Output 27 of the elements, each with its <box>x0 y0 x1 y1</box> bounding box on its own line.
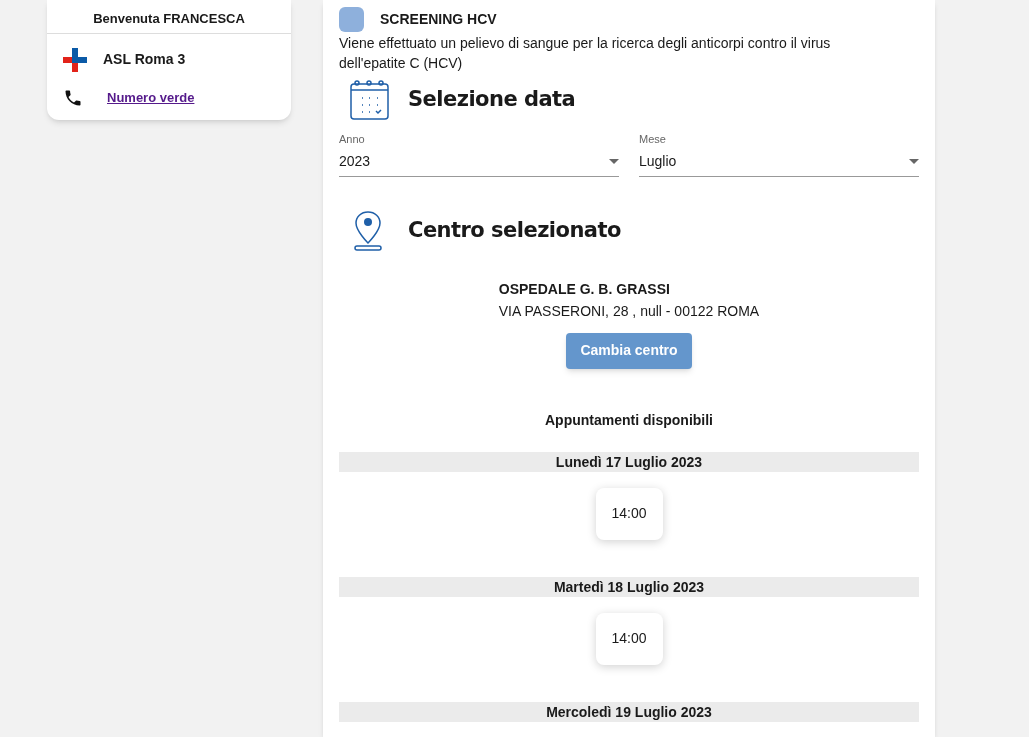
asl-label: ASL Roma 3 <box>103 50 186 69</box>
appointments-title: Appuntamenti disponibili <box>545 410 713 430</box>
phone-link[interactable]: Numero verde <box>107 87 195 108</box>
service-title: SCREENING HCV <box>380 10 497 29</box>
section-title: Selezione data <box>408 86 576 114</box>
select-field[interactable]: Mese Luglio <box>639 131 919 177</box>
field-label: Mese <box>639 132 667 147</box>
section-title: Centro selezionato <box>408 216 621 244</box>
service-square-icon <box>339 7 364 32</box>
center-name: OSPEDALE G. B. GRASSI <box>498 279 671 299</box>
medical-cross-icon <box>63 47 87 72</box>
field-value: 2023 <box>339 151 371 171</box>
select-field[interactable]: Anno 2023 <box>339 131 619 177</box>
day-header: Martedì 18 Luglio 2023 <box>339 576 919 597</box>
field-value: Luglio <box>639 151 677 171</box>
dropdown-caret-icon <box>609 158 619 164</box>
day-header: Mercoledì 19 Luglio 2023 <box>339 701 919 722</box>
location-pin-icon <box>354 210 382 251</box>
field-label: Anno <box>339 132 366 147</box>
day-header: Lunedì 17 Luglio 2023 <box>339 451 919 472</box>
time-slot-button[interactable]: 14:00 <box>595 487 663 540</box>
service-description: Viene effettuato un pelievo di sangue per la ricerca degli anticorpi contro il virus dell'epatite C (HCV) <box>339 34 832 73</box>
dropdown-caret-icon <box>909 158 919 164</box>
time-slot-button[interactable]: 14:00 <box>595 612 663 665</box>
center-address: VIA PASSERONI, 28 , null - 00122 ROMA <box>498 301 760 321</box>
calendar-icon <box>350 79 390 121</box>
greeting: Benvenuta FRANCESCA <box>47 0 291 34</box>
